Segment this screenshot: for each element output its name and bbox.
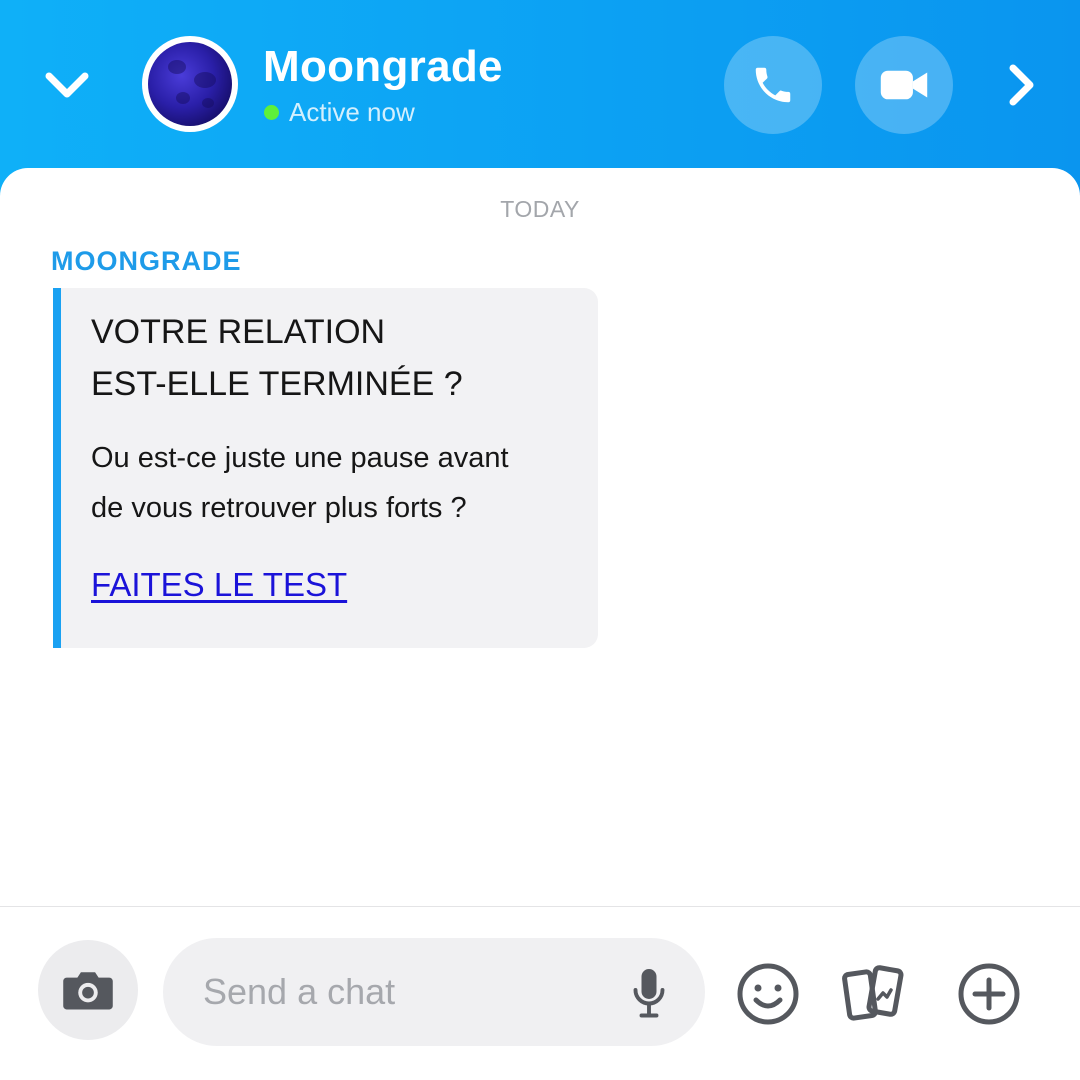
- phone-icon: [755, 67, 791, 103]
- sender-name: MOONGRADE: [51, 246, 242, 276]
- message-body: Ou est-ce juste une pause avant de vous …: [91, 433, 591, 533]
- cards-icon[interactable]: [842, 961, 908, 1027]
- presence-status: Active now: [264, 97, 415, 128]
- message-body-line: de vous retrouver plus forts ?: [91, 492, 467, 524]
- avatar[interactable]: [142, 36, 238, 132]
- chevron-down-icon[interactable]: [42, 60, 92, 110]
- take-test-link[interactable]: FAITES LE TEST: [91, 566, 347, 604]
- chevron-right-icon[interactable]: [998, 60, 1044, 110]
- plus-circle-icon[interactable]: [956, 961, 1022, 1027]
- message-body-line: Ou est-ce juste une pause avant: [91, 442, 509, 474]
- video-call-button[interactable]: [855, 36, 953, 134]
- message-title-line: VOTRE RELATION: [91, 313, 386, 351]
- camera-icon: [63, 972, 113, 1010]
- conversation-area: TODAY MOONGRADE VOTRE RELATION EST-ELLE …: [0, 168, 1080, 1080]
- video-camera-icon: [880, 70, 928, 100]
- message-title-line: EST-ELLE TERMINÉE ?: [91, 365, 463, 403]
- message-bubble: VOTRE RELATION EST-ELLE TERMINÉE ? Ou es…: [53, 288, 598, 648]
- camera-button[interactable]: [38, 940, 138, 1040]
- date-separator: TODAY: [500, 196, 580, 222]
- chat-input-pill: [163, 938, 705, 1046]
- chat-input[interactable]: [203, 958, 613, 1026]
- message-title: VOTRE RELATION EST-ELLE TERMINÉE ?: [91, 306, 591, 410]
- voice-call-button[interactable]: [724, 36, 822, 134]
- online-dot-icon: [264, 105, 279, 120]
- composer-divider: [0, 906, 1080, 907]
- moon-avatar-image: [148, 42, 232, 126]
- microphone-icon[interactable]: [631, 966, 667, 1020]
- contact-name[interactable]: Moongrade: [263, 42, 503, 92]
- status-text: Active now: [289, 97, 415, 127]
- smiley-icon[interactable]: [735, 961, 801, 1027]
